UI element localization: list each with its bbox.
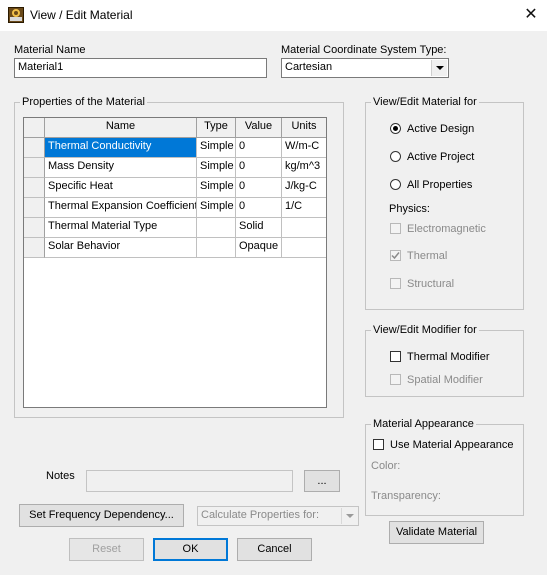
- table-cell-name[interactable]: Thermal Material Type: [45, 218, 197, 238]
- material-name-input[interactable]: Material1: [14, 58, 267, 78]
- close-icon[interactable]: ✕: [518, 3, 544, 27]
- row-header[interactable]: [24, 238, 45, 258]
- chevron-down-icon[interactable]: [431, 60, 447, 76]
- table-cell-value[interactable]: 0: [236, 178, 282, 198]
- table-cell-name[interactable]: Specific Heat: [45, 178, 197, 198]
- table-cell-value[interactable]: Opaque: [236, 238, 282, 258]
- table-cell-units[interactable]: [282, 218, 326, 238]
- checkbox-thermal-label: Thermal: [407, 250, 448, 262]
- column-header-name[interactable]: Name: [45, 118, 197, 138]
- radio-active-design[interactable]: [390, 123, 401, 134]
- modifier-for-title: View/Edit Modifier for: [371, 324, 479, 336]
- table-cell-value[interactable]: 0: [236, 138, 282, 158]
- table-cell-type[interactable]: Simple: [197, 178, 236, 198]
- checkbox-thermal-modifier-label[interactable]: Thermal Modifier: [407, 351, 490, 363]
- reset-button: Reset: [69, 538, 144, 561]
- radio-active-design-label[interactable]: Active Design: [407, 123, 474, 135]
- checkbox-spatial-modifier-label: Spatial Modifier: [407, 374, 483, 386]
- checkbox-structural-label: Structural: [407, 278, 455, 290]
- color-label: Color:: [371, 460, 401, 472]
- row-header[interactable]: [24, 178, 45, 198]
- validate-material-button[interactable]: Validate Material: [389, 521, 484, 544]
- table-cell-units[interactable]: [282, 238, 326, 258]
- modifier-for-group: [365, 330, 524, 397]
- checkbox-spatial-modifier: [390, 374, 401, 385]
- radio-all-properties-label[interactable]: All Properties: [407, 179, 472, 191]
- table-cell-type[interactable]: [197, 218, 236, 238]
- column-header-units[interactable]: Units: [282, 118, 326, 138]
- table-cell-type[interactable]: Simple: [197, 138, 236, 158]
- radio-active-project-label[interactable]: Active Project: [407, 151, 474, 163]
- row-header[interactable]: [24, 218, 45, 238]
- table-cell-value[interactable]: 0: [236, 158, 282, 178]
- checkbox-electromagnetic-label: Electromagnetic: [407, 223, 486, 235]
- radio-all-properties[interactable]: [390, 179, 401, 190]
- window-title: View / Edit Material: [30, 8, 133, 22]
- table-cell-value[interactable]: 0: [236, 198, 282, 218]
- checkbox-use-appearance[interactable]: [373, 439, 384, 450]
- table-cell-type[interactable]: [197, 238, 236, 258]
- properties-group-title: Properties of the Material: [20, 96, 147, 108]
- coord-system-label: Material Coordinate System Type:: [281, 44, 447, 56]
- physics-label: Physics:: [389, 203, 430, 215]
- radio-active-project[interactable]: [390, 151, 401, 162]
- appearance-title: Material Appearance: [371, 418, 476, 430]
- row-header[interactable]: [24, 158, 45, 178]
- table-cell-type[interactable]: Simple: [197, 198, 236, 218]
- chevron-down-icon: [341, 508, 357, 524]
- table-cell-value[interactable]: Solid: [236, 218, 282, 238]
- table-cell-name[interactable]: Thermal Conductivity: [45, 138, 197, 158]
- transparency-label: Transparency:: [371, 490, 441, 502]
- checkbox-electromagnetic: [390, 223, 401, 234]
- row-header[interactable]: [24, 198, 45, 218]
- cancel-button[interactable]: Cancel: [237, 538, 312, 561]
- coord-system-select[interactable]: Cartesian: [281, 58, 449, 78]
- checkbox-structural: [390, 278, 401, 289]
- calculate-properties-select: Calculate Properties for:: [197, 506, 359, 526]
- table-cell-type[interactable]: Simple: [197, 158, 236, 178]
- table-cell-name[interactable]: Solar Behavior: [45, 238, 197, 258]
- row-header-corner: [24, 118, 45, 138]
- set-frequency-dependency-button[interactable]: Set Frequency Dependency...: [19, 504, 184, 527]
- checkbox-use-appearance-label[interactable]: Use Material Appearance: [390, 439, 514, 451]
- checkbox-thermal: [390, 250, 401, 261]
- checkmark-icon: [391, 252, 400, 260]
- app-icon: [8, 7, 24, 23]
- table-cell-units[interactable]: J/kg-C: [282, 178, 326, 198]
- checkbox-thermal-modifier[interactable]: [390, 351, 401, 362]
- table-cell-units[interactable]: 1/C: [282, 198, 326, 218]
- row-header[interactable]: [24, 138, 45, 158]
- ok-button[interactable]: OK: [153, 538, 228, 561]
- view-edit-for-title: View/Edit Material for: [371, 96, 479, 108]
- properties-table[interactable]: Name Type Value Units Thermal Conductivi…: [23, 117, 327, 408]
- notes-field: [86, 470, 293, 492]
- table-cell-name[interactable]: Thermal Expansion Coefficient: [45, 198, 197, 218]
- notes-label: Notes: [46, 470, 75, 482]
- table-cell-name[interactable]: Mass Density: [45, 158, 197, 178]
- material-name-label: Material Name: [14, 44, 86, 56]
- column-header-value[interactable]: Value: [236, 118, 282, 138]
- column-header-type[interactable]: Type: [197, 118, 236, 138]
- notes-browse-button[interactable]: ...: [304, 470, 340, 492]
- table-cell-units[interactable]: W/m-C: [282, 138, 326, 158]
- table-cell-units[interactable]: kg/m^3: [282, 158, 326, 178]
